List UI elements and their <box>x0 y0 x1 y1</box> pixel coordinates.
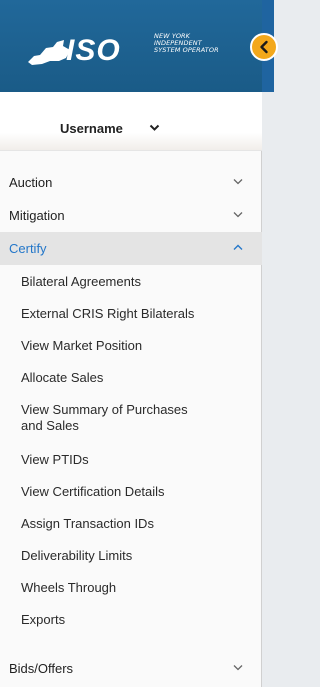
nav-item-label: Auction <box>9 175 53 190</box>
submenu-item[interactable]: Deliverability Limits <box>0 540 262 572</box>
logo-subtitle: NEW YORK INDEPENDENT SYSTEM OPERATOR <box>154 33 219 54</box>
submenu-item[interactable]: Bilateral Agreements <box>0 265 262 297</box>
chevron-down-icon <box>233 211 243 218</box>
submenu-item[interactable]: View PTIDs <box>0 443 262 475</box>
submenu-item[interactable]: External CRIS Right Bilaterals <box>0 297 262 329</box>
submenu-item-label: View Summary of Purchases and Sales <box>21 402 188 434</box>
chevron-up-icon <box>233 244 243 251</box>
logo-subtitle-line: SYSTEM OPERATOR <box>154 46 219 54</box>
chevron-down-icon <box>233 178 243 185</box>
chevron-down-icon <box>233 664 243 671</box>
nav-bottom: Bids/Offers <box>0 652 262 685</box>
nav-item-bids-offers[interactable]: Bids/Offers <box>0 652 262 685</box>
user-menu[interactable]: Username <box>60 120 160 136</box>
submenu-item[interactable]: Allocate Sales <box>0 361 262 393</box>
nav-item-mitigation[interactable]: Mitigation <box>0 199 262 232</box>
nav-item-label: Bids/Offers <box>9 661 74 676</box>
username-label: Username <box>60 120 123 136</box>
submenu-item[interactable]: View Summary of Purchases and Sales <box>0 393 262 443</box>
certify-submenu: Bilateral Agreements External CRIS Right… <box>0 265 262 636</box>
submenu-item[interactable]: Wheels Through <box>0 572 262 604</box>
main-nav: Auction Mitigation Certify Bilateral Agr… <box>0 166 262 636</box>
collapse-sidebar-button[interactable] <box>250 33 278 61</box>
chevron-left-icon <box>260 40 268 54</box>
nav-item-label: Certify <box>9 241 47 256</box>
nav-item-auction[interactable]: Auction <box>0 166 262 199</box>
submenu-item[interactable]: View Market Position <box>0 329 262 361</box>
submenu-item[interactable]: Assign Transaction IDs <box>0 508 262 540</box>
user-panel: Username <box>0 92 262 151</box>
submenu-item[interactable]: View Certification Details <box>0 475 262 507</box>
sidebar-header: ISO NEW YORK INDEPENDENT SYSTEM OPERATOR <box>0 0 262 92</box>
nav-item-certify[interactable]: Certify <box>0 232 262 265</box>
content-edge <box>262 0 274 687</box>
logo-wordmark: ISO <box>66 34 121 67</box>
sidebar: ISO NEW YORK INDEPENDENT SYSTEM OPERATOR… <box>0 0 278 687</box>
submenu-item[interactable]: Exports <box>0 604 262 636</box>
nav-item-label: Mitigation <box>9 208 65 223</box>
chevron-down-icon[interactable] <box>149 124 160 132</box>
